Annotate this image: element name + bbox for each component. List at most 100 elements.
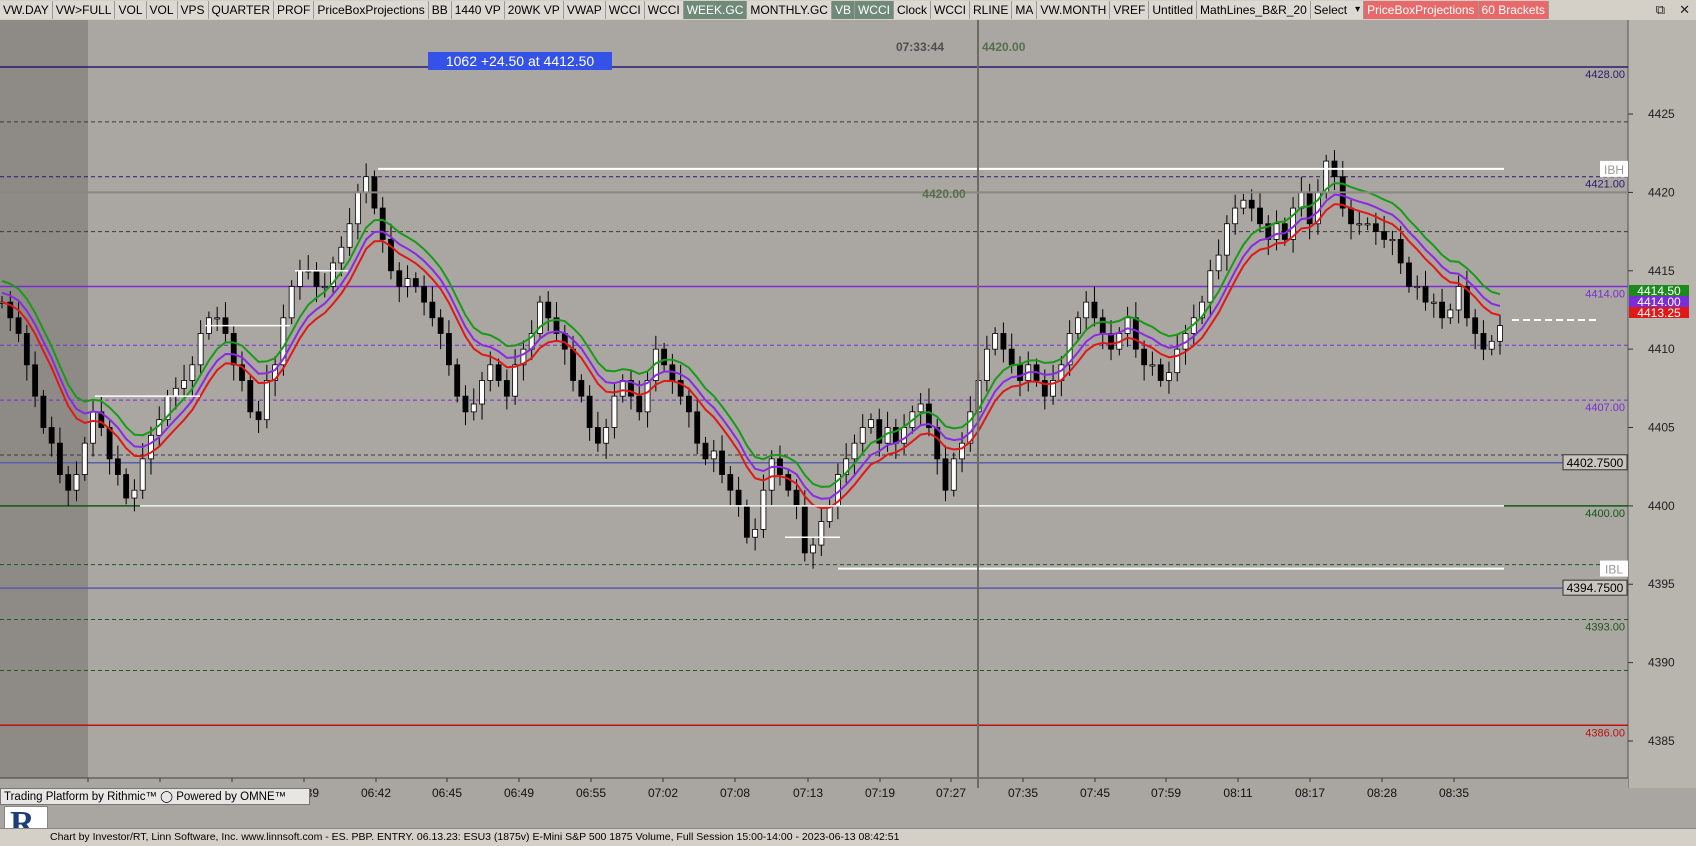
toolbar-button-priceboxprojections[interactable]: PriceBoxProjections xyxy=(314,1,429,19)
info-box-text: 1062 +24.50 at 4412.50 xyxy=(446,53,595,69)
candle-body xyxy=(719,450,725,475)
toolbar-button-prof[interactable]: PROF xyxy=(273,1,315,19)
candle-body xyxy=(40,395,47,428)
toolbar-button-20wk-vp[interactable]: 20WK VP xyxy=(504,1,564,19)
candle-body xyxy=(603,427,610,444)
toolbar-button-mathlines-b-r-20[interactable]: MathLines_B&R_20 xyxy=(1197,1,1311,19)
toolbar-button-week-gc[interactable]: WEEK.GC xyxy=(683,1,748,19)
toolbar-button-monthly-gc[interactable]: MONTHLY.GC xyxy=(747,1,832,19)
candle-body xyxy=(479,380,485,405)
candle-body xyxy=(1414,286,1421,289)
candle-body xyxy=(594,427,601,444)
status-bar: Chart by Investor/RT, Linn Software, Inc… xyxy=(0,828,1696,846)
toolbar-button-vw-month[interactable]: VW.MONTH xyxy=(1037,1,1111,19)
toolbar-button-rline[interactable]: RLINE xyxy=(970,1,1013,19)
level-label: 4407.00 xyxy=(1585,402,1625,414)
level-label: 4421.00 xyxy=(1585,179,1625,191)
candle-body xyxy=(1488,340,1495,350)
candle-body xyxy=(1166,372,1172,381)
toolbar-button-vw-day[interactable]: VW.DAY xyxy=(0,1,53,19)
candle-body xyxy=(901,427,908,444)
dropdown-arrow-icon: ▾ xyxy=(1355,4,1361,15)
price-tick-label: 4415 xyxy=(1648,264,1675,278)
candle-body xyxy=(1223,223,1230,256)
toolbar-button-untitled[interactable]: Untitled xyxy=(1149,1,1198,19)
last-price-label: 4413.25 xyxy=(1637,306,1681,320)
candle-body xyxy=(230,333,237,366)
toolbar-button-quarter[interactable]: QUARTER xyxy=(208,1,274,19)
crosshair-price-readout: 4420.00 xyxy=(982,40,1026,54)
candle-body xyxy=(768,458,775,491)
candle-body xyxy=(1207,270,1214,303)
toolbar-button-ma[interactable]: MA xyxy=(1012,1,1038,19)
candle-body xyxy=(1356,223,1363,226)
candle-body xyxy=(495,364,502,381)
toolbar-button-bb[interactable]: BB xyxy=(428,1,452,19)
toolbar-button-clock[interactable]: Clock xyxy=(893,1,931,19)
toolbar-button-vwap[interactable]: VWAP xyxy=(563,1,606,19)
price-tick-label: 4410 xyxy=(1648,342,1675,356)
candle-body xyxy=(1257,207,1263,225)
toolbar-button-vps[interactable]: VPS xyxy=(177,1,209,19)
candle-body xyxy=(1075,317,1081,334)
candle-body xyxy=(611,395,618,428)
toolbar-button-vw-full[interactable]: VW>FULL xyxy=(52,1,116,19)
restore-icon[interactable]: ⧉ xyxy=(1656,0,1665,19)
candle-body xyxy=(1430,301,1437,304)
candle-body xyxy=(1447,309,1454,319)
toolbar-button-60-brackets[interactable]: 60 Brackets xyxy=(1478,1,1549,19)
candle-body xyxy=(570,348,576,381)
time-tick-label: 07:13 xyxy=(793,786,823,800)
candle-body xyxy=(321,286,328,289)
candle-body xyxy=(859,427,866,444)
time-tick-label: 08:28 xyxy=(1367,786,1397,800)
candle-body xyxy=(15,317,22,334)
toolbar-button-wcci[interactable]: WCCI xyxy=(854,1,894,19)
candle-body xyxy=(752,528,759,538)
price-tick-label: 4400 xyxy=(1648,499,1675,513)
toolbar-button-priceboxprojections[interactable]: PriceBoxProjections xyxy=(1364,1,1479,19)
toolbar-button-vref[interactable]: VREF xyxy=(1110,1,1150,19)
time-tick-label: 08:11 xyxy=(1223,786,1252,800)
candle-body xyxy=(1472,317,1479,334)
candle-body xyxy=(1406,262,1412,287)
candle-body xyxy=(636,395,643,413)
close-icon[interactable]: ✕ xyxy=(1679,0,1690,19)
candle-body xyxy=(1099,317,1106,334)
candle-body xyxy=(793,489,800,507)
toolbar-button-vol[interactable]: VOL xyxy=(146,1,178,19)
candle-body xyxy=(760,489,767,530)
toolbar-button-select[interactable]: Select ▾ xyxy=(1310,1,1365,19)
candle-body xyxy=(412,278,419,287)
level-label: 4414.00 xyxy=(1585,288,1625,300)
candle-body xyxy=(1083,301,1090,319)
toolbar-button-1440-vp[interactable]: 1440 VP xyxy=(451,1,505,19)
candle-body xyxy=(1141,348,1148,366)
price-chart[interactable]: 4428.00 4421.00 4414.00 4407.00 4402.7500 440… xyxy=(0,20,1696,810)
time-tick-label: 06:45 xyxy=(432,786,462,800)
candle-body xyxy=(992,333,999,350)
candle-body xyxy=(123,474,130,499)
level-label: 4394.7500 xyxy=(1567,581,1624,595)
time-tick-label: 08:17 xyxy=(1295,786,1325,800)
toolbar-button-wcci[interactable]: WCCI xyxy=(931,1,970,19)
level-label: 4402.7500 xyxy=(1567,456,1624,470)
toolbar-button-vol[interactable]: VOL xyxy=(115,1,147,19)
time-tick-label: 06:55 xyxy=(576,786,606,800)
time-tick-label: 06:49 xyxy=(504,786,534,800)
candle-body xyxy=(1364,223,1371,226)
candle-body xyxy=(32,364,39,397)
toolbar-button-wcci[interactable]: WCCI xyxy=(605,1,645,19)
toolbar-button-wcci[interactable]: WCCI xyxy=(644,1,684,19)
toolbar-button-vb[interactable]: VB xyxy=(831,1,855,19)
candle-body xyxy=(65,474,72,491)
chart-toolbar: VW.DAY VW>FULL VOL VOL VPS QUARTER PROF PriceBo… xyxy=(0,0,1696,21)
chart-background xyxy=(0,20,1696,788)
candle-body xyxy=(661,348,667,366)
candle-body xyxy=(1017,364,1023,381)
candle-body xyxy=(1232,207,1239,225)
platform-credit: Trading Platform by Rithmic™ ◯ Powered b… xyxy=(0,788,310,805)
window-controls: ⧉ ✕ xyxy=(1656,0,1690,19)
candle-body xyxy=(1497,325,1503,342)
candle-body xyxy=(148,434,154,460)
